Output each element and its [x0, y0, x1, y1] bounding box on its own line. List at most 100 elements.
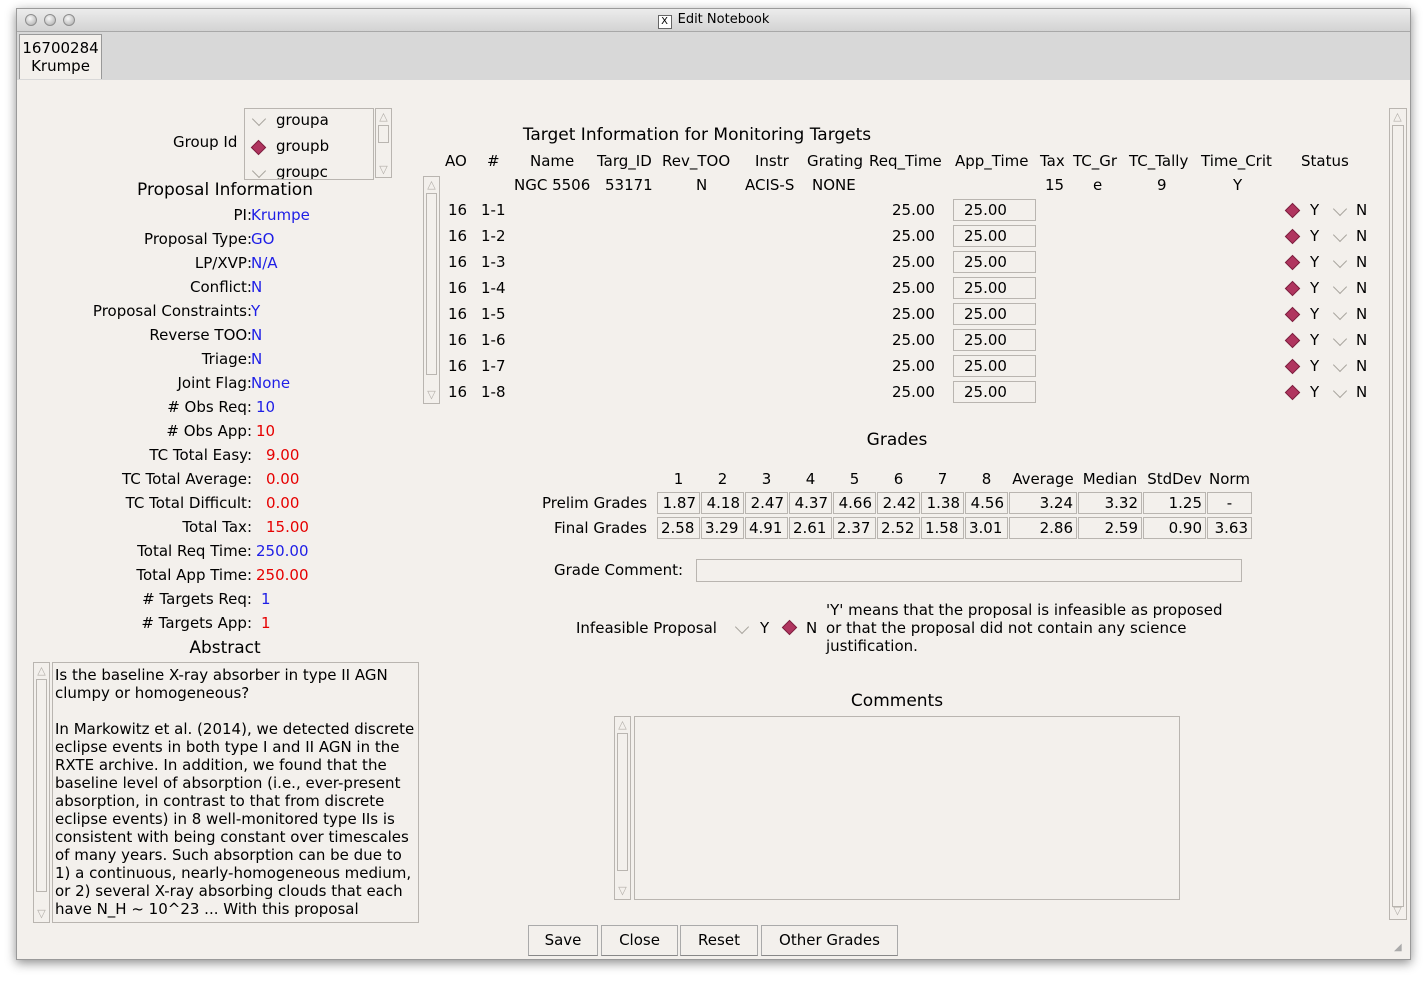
target-app-time-input[interactable]: 25.00: [953, 277, 1036, 299]
status-no-radio[interactable]: [1332, 279, 1348, 295]
final-grade-cell[interactable]: 2.58: [657, 517, 700, 539]
prelim-grade-cell[interactable]: 2.42: [877, 492, 920, 514]
scroll-down-icon[interactable]: ▽: [377, 163, 390, 176]
scroll-down-icon[interactable]: ▽: [425, 388, 438, 401]
prelim-grade-cell[interactable]: 2.47: [745, 492, 788, 514]
final-grade-cell[interactable]: 2.52: [877, 517, 920, 539]
final-grade-cell[interactable]: 2.59: [1078, 517, 1142, 539]
scroll-up-icon[interactable]: △: [377, 110, 390, 123]
reset-button[interactable]: Reset: [680, 925, 758, 956]
column-header-name[interactable]: Name: [530, 152, 574, 170]
column-header-tc-tally[interactable]: TC_Tally: [1129, 152, 1188, 170]
proposal-field-value: 10: [256, 422, 276, 440]
group-option-groupc[interactable]: groupc: [245, 162, 371, 179]
final-grade-cell[interactable]: 4.91: [745, 517, 788, 539]
prelim-grade-cell[interactable]: -: [1207, 492, 1252, 514]
prelim-grade-cell[interactable]: 4.56: [965, 492, 1008, 514]
status-yes-radio[interactable]: [1286, 386, 1299, 399]
scroll-thumb[interactable]: [617, 733, 628, 871]
final-grade-cell[interactable]: 3.63: [1207, 517, 1252, 539]
column-header-[interactable]: #: [487, 152, 500, 170]
prelim-grade-cell[interactable]: 4.66: [833, 492, 876, 514]
prelim-grade-cell[interactable]: 1.38: [921, 492, 964, 514]
column-header-targ-id[interactable]: Targ_ID: [597, 152, 652, 170]
final-grade-cell[interactable]: 2.61: [789, 517, 832, 539]
group-option-groupb[interactable]: groupb: [245, 136, 371, 158]
scroll-down-icon[interactable]: ▽: [616, 884, 629, 897]
prelim-grade-cell[interactable]: 3.32: [1078, 492, 1142, 514]
prelim-grade-cell[interactable]: 4.37: [789, 492, 832, 514]
infeasible-yes-radio[interactable]: [734, 619, 750, 635]
scroll-thumb[interactable]: [378, 125, 389, 143]
column-header-ao[interactable]: AO: [445, 152, 467, 170]
column-header-instr[interactable]: Instr: [755, 152, 789, 170]
scroll-down-icon[interactable]: ▽: [35, 907, 48, 920]
comments-textarea[interactable]: [634, 716, 1180, 900]
proposal-info-heading: Proposal Information: [137, 180, 313, 200]
scroll-up-icon[interactable]: △: [35, 664, 48, 677]
infeasible-no-radio[interactable]: [783, 621, 796, 634]
column-header-grating[interactable]: Grating: [807, 152, 863, 170]
scroll-thumb[interactable]: [426, 193, 437, 375]
status-yes-radio[interactable]: [1286, 360, 1299, 373]
status-yes-radio[interactable]: [1286, 230, 1299, 243]
scroll-down-icon[interactable]: ▽: [1391, 904, 1404, 917]
scroll-up-icon[interactable]: △: [1391, 110, 1404, 123]
final-grade-cell[interactable]: 3.01: [965, 517, 1008, 539]
status-no-radio[interactable]: [1332, 383, 1348, 399]
target-app-time-input[interactable]: 25.00: [953, 381, 1036, 403]
status-yes-radio[interactable]: [1286, 334, 1299, 347]
window-title-text: Edit Notebook: [677, 12, 770, 27]
column-header-req-time[interactable]: Req_Time: [869, 152, 942, 170]
status-no-radio[interactable]: [1332, 253, 1348, 269]
status-no-radio[interactable]: [1332, 201, 1348, 217]
main-scrollbar[interactable]: △ ▽: [1389, 108, 1407, 920]
scroll-up-icon[interactable]: △: [425, 178, 438, 191]
target-table-scrollbar[interactable]: △ ▽: [423, 176, 440, 404]
column-header-tax[interactable]: Tax: [1040, 152, 1065, 170]
scroll-up-icon[interactable]: △: [616, 718, 629, 731]
prelim-grade-cell[interactable]: 4.18: [701, 492, 744, 514]
comments-scrollbar[interactable]: △ ▽: [614, 716, 631, 900]
scroll-thumb[interactable]: [1392, 125, 1404, 907]
prelim-grade-cell[interactable]: 1.25: [1143, 492, 1206, 514]
target-app-time-input[interactable]: 25.00: [953, 199, 1036, 221]
column-header-status[interactable]: Status: [1301, 152, 1349, 170]
prelim-grade-cell[interactable]: 1.87: [657, 492, 700, 514]
grade-comment-input[interactable]: [696, 559, 1242, 582]
final-grade-cell[interactable]: 3.29: [701, 517, 744, 539]
status-yes-label: Y: [1310, 357, 1320, 375]
final-grade-cell[interactable]: 1.58: [921, 517, 964, 539]
status-no-radio[interactable]: [1332, 357, 1348, 373]
final-grade-cell[interactable]: 2.37: [833, 517, 876, 539]
scroll-thumb[interactable]: [36, 679, 47, 892]
status-yes-radio[interactable]: [1286, 308, 1299, 321]
group-option-groupa[interactable]: groupa: [245, 110, 371, 132]
status-no-radio[interactable]: [1332, 227, 1348, 243]
other-grades-button[interactable]: Other Grades: [761, 925, 898, 956]
abstract-scrollbar[interactable]: △ ▽: [33, 662, 50, 923]
column-header-app-time[interactable]: App_Time: [955, 152, 1029, 170]
status-yes-radio[interactable]: [1286, 256, 1299, 269]
prelim-grade-cell[interactable]: 3.24: [1009, 492, 1077, 514]
target-app-time-input[interactable]: 25.00: [953, 329, 1036, 351]
resize-grip-icon[interactable]: ◢: [1394, 942, 1402, 953]
group-id-listbox[interactable]: groupa groupb groupc: [244, 108, 374, 180]
status-no-radio[interactable]: [1332, 305, 1348, 321]
status-yes-radio[interactable]: [1286, 204, 1299, 217]
close-button[interactable]: Close: [601, 925, 678, 956]
tab-proposal[interactable]: 16700284 Krumpe: [19, 34, 102, 79]
column-header-tc-gr[interactable]: TC_Gr: [1073, 152, 1117, 170]
final-grade-cell[interactable]: 2.86: [1009, 517, 1077, 539]
status-no-radio[interactable]: [1332, 331, 1348, 347]
column-header-time-crit[interactable]: Time_Crit: [1201, 152, 1272, 170]
target-app-time-input[interactable]: 25.00: [953, 303, 1036, 325]
column-header-rev-too[interactable]: Rev_TOO: [662, 152, 730, 170]
target-app-time-input[interactable]: 25.00: [953, 225, 1036, 247]
target-app-time-input[interactable]: 25.00: [953, 251, 1036, 273]
target-app-time-input[interactable]: 25.00: [953, 355, 1036, 377]
final-grade-cell[interactable]: 0.90: [1143, 517, 1206, 539]
save-button[interactable]: Save: [528, 925, 598, 956]
group-id-scrollbar[interactable]: △ ▽: [375, 108, 392, 178]
status-yes-radio[interactable]: [1286, 282, 1299, 295]
